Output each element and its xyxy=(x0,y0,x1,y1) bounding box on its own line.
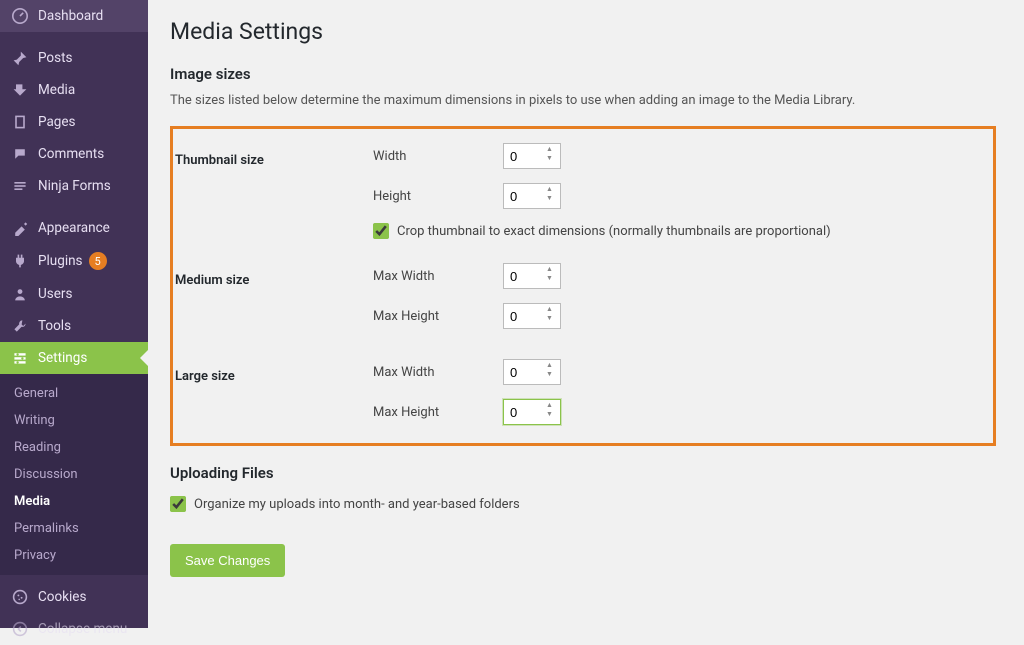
sidebar-item-label: Media xyxy=(38,82,75,98)
plugins-badge: 5 xyxy=(89,252,107,270)
medium-maxh-input[interactable] xyxy=(503,303,561,329)
sidebar-item-label: Appearance xyxy=(38,220,110,236)
comment-icon xyxy=(10,146,30,162)
image-sizes-highlight: Thumbnail size Width ▲▼ Height ▲▼ xyxy=(170,126,996,446)
thumbnail-label: Thumbnail size xyxy=(173,143,373,168)
sidebar-item-label: Comments xyxy=(38,146,104,162)
tool-icon xyxy=(10,318,30,334)
sidebar-item-appearance[interactable]: Appearance xyxy=(0,212,148,244)
sidebar-item-label: Collapse menu xyxy=(38,621,127,637)
submenu-reading[interactable]: Reading xyxy=(0,434,148,461)
save-button[interactable]: Save Changes xyxy=(170,544,285,577)
sidebar-item-posts[interactable]: Posts xyxy=(0,42,148,74)
pin-icon xyxy=(10,50,30,66)
settings-submenu: General Writing Reading Discussion Media… xyxy=(0,374,148,575)
sidebar-item-dashboard[interactable]: Dashboard xyxy=(0,0,148,32)
medium-maxw-label: Max Width xyxy=(373,269,503,284)
page-icon xyxy=(10,114,30,130)
uploading-title: Uploading Files xyxy=(170,464,996,482)
large-maxh-label: Max Height xyxy=(373,405,503,420)
sidebar-item-label: Settings xyxy=(38,350,87,366)
large-maxw-input[interactable] xyxy=(503,359,561,385)
sidebar-item-collapse[interactable]: Collapse menu xyxy=(0,613,148,645)
submenu-writing[interactable]: Writing xyxy=(0,407,148,434)
thumbnail-height-label: Height xyxy=(373,189,503,204)
submenu-permalinks[interactable]: Permalinks xyxy=(0,515,148,542)
sidebar-item-label: Dashboard xyxy=(38,8,103,24)
medium-label: Medium size xyxy=(173,263,373,288)
organize-uploads-label: Organize my uploads into month- and year… xyxy=(194,497,520,512)
sidebar-item-ninja-forms[interactable]: Ninja Forms xyxy=(0,170,148,202)
sidebar-item-cookies[interactable]: Cookies xyxy=(0,581,148,613)
submenu-privacy[interactable]: Privacy xyxy=(0,542,148,569)
large-maxw-label: Max Width xyxy=(373,365,503,380)
thumbnail-crop-checkbox[interactable] xyxy=(373,223,389,239)
sidebar-item-comments[interactable]: Comments xyxy=(0,138,148,170)
medium-maxh-label: Max Height xyxy=(373,309,503,324)
section-image-sizes: Image sizes xyxy=(170,65,996,83)
appearance-icon xyxy=(10,220,30,236)
settings-icon xyxy=(10,350,30,366)
sidebar-item-label: Plugins xyxy=(38,253,83,269)
thumbnail-width-label: Width xyxy=(373,149,503,164)
form-icon xyxy=(10,178,30,194)
sidebar-item-tools[interactable]: Tools xyxy=(0,310,148,342)
media-icon xyxy=(10,82,30,98)
large-label: Large size xyxy=(173,359,373,384)
large-maxh-input[interactable] xyxy=(503,399,561,425)
organize-uploads-checkbox[interactable] xyxy=(170,496,186,512)
thumbnail-height-input[interactable] xyxy=(503,183,561,209)
sidebar-item-plugins[interactable]: Plugins 5 xyxy=(0,244,148,278)
sidebar-item-label: Cookies xyxy=(38,589,86,605)
medium-maxw-input[interactable] xyxy=(503,263,561,289)
sidebar-item-label: Tools xyxy=(38,318,71,334)
cookie-icon xyxy=(10,589,30,605)
sidebar-item-label: Ninja Forms xyxy=(38,178,111,194)
sidebar-item-label: Pages xyxy=(38,114,76,130)
thumbnail-crop-label: Crop thumbnail to exact dimensions (norm… xyxy=(397,224,831,239)
sidebar-item-settings[interactable]: Settings xyxy=(0,342,148,374)
submenu-media[interactable]: Media xyxy=(0,488,148,515)
sidebar-item-label: Posts xyxy=(38,50,72,66)
admin-sidebar: Dashboard Posts Media Pages Comments xyxy=(0,0,148,628)
sidebar-item-users[interactable]: Users xyxy=(0,278,148,310)
user-icon xyxy=(10,286,30,302)
submenu-discussion[interactable]: Discussion xyxy=(0,461,148,488)
sidebar-item-media[interactable]: Media xyxy=(0,74,148,106)
submenu-general[interactable]: General xyxy=(0,380,148,407)
thumbnail-width-input[interactable] xyxy=(503,143,561,169)
page-content: Media Settings Image sizes The sizes lis… xyxy=(148,0,1024,628)
page-title: Media Settings xyxy=(170,18,996,45)
sidebar-item-pages[interactable]: Pages xyxy=(0,106,148,138)
dashboard-icon xyxy=(10,8,30,24)
plugin-icon xyxy=(10,253,30,269)
image-sizes-desc: The sizes listed below determine the max… xyxy=(170,93,996,108)
collapse-icon xyxy=(10,621,30,637)
sidebar-item-label: Users xyxy=(38,286,72,302)
